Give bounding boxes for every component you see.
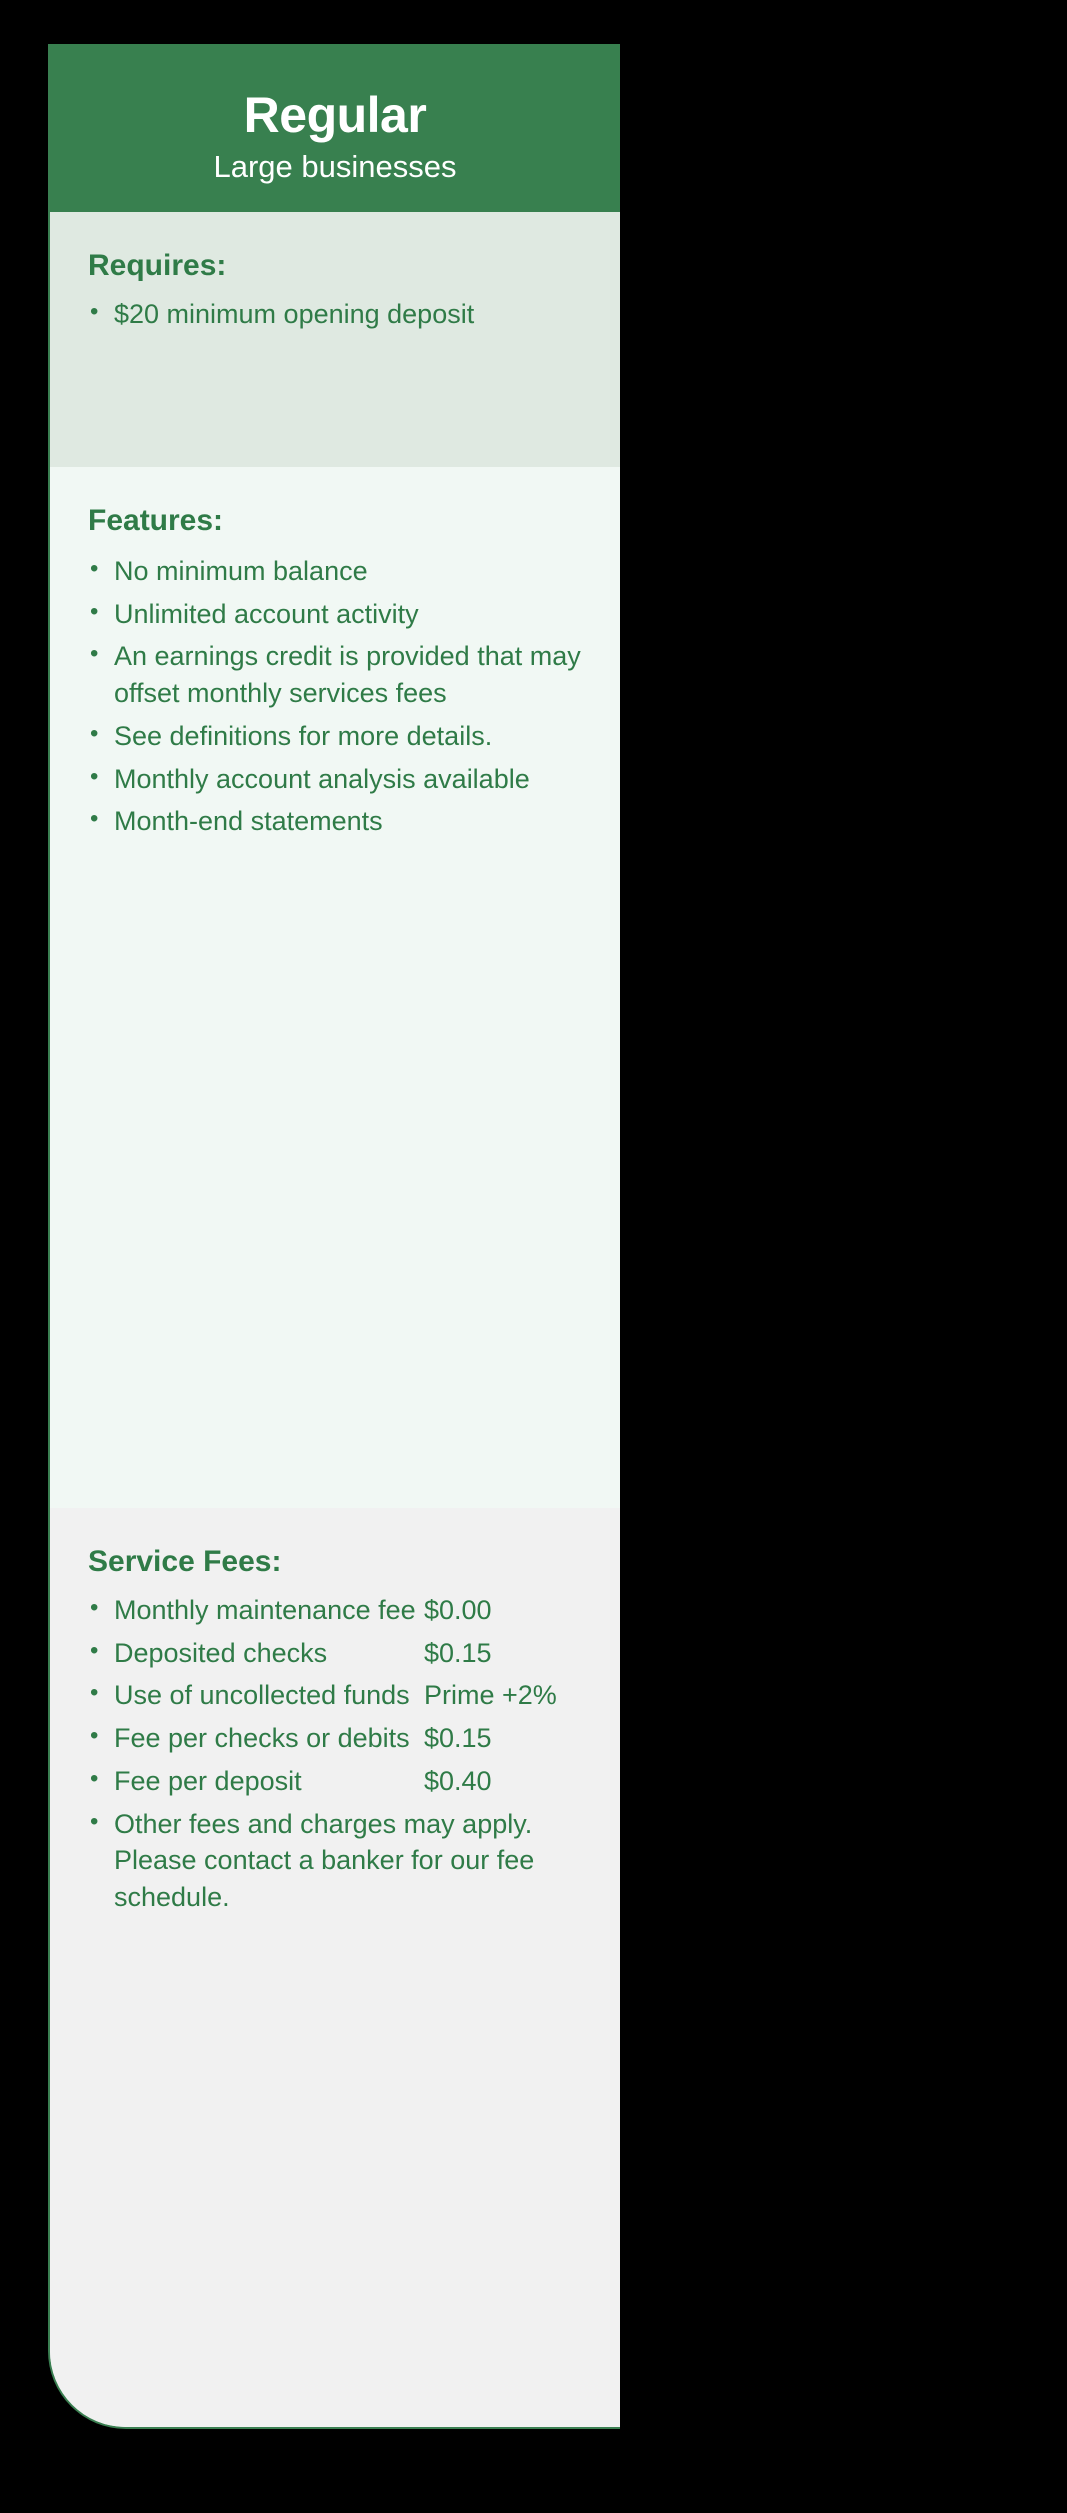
service-fees-section: Service Fees: Monthly maintenance fee $0… <box>50 1508 620 2427</box>
list-item: Month-end statements <box>88 802 586 840</box>
requires-list: $20 minimum opening deposit <box>88 295 586 333</box>
table-row: Fee per deposit $0.40 <box>88 1762 586 1800</box>
fee-value: $0.00 <box>424 1595 492 1625</box>
list-item: $20 minimum opening deposit <box>88 295 586 333</box>
fee-label: Deposited checks <box>114 1637 328 1668</box>
account-product-card: Regular Large businesses Requires: $20 m… <box>48 44 620 2429</box>
fee-disclaimer: Other fees and charges may apply. Please… <box>88 1805 586 1916</box>
list-item: Unlimited account activity <box>88 595 586 633</box>
card-subtitle: Large businesses <box>213 149 457 184</box>
card-header: Regular Large businesses <box>50 44 620 212</box>
list-item: See definitions for more details. <box>88 717 586 755</box>
fee-label: Monthly maintenance fee <box>114 1595 416 1625</box>
page-title: Regular <box>243 87 427 143</box>
features-list: No minimum balance Unlimited account act… <box>88 552 586 840</box>
features-section: Features: No minimum balance Unlimited a… <box>50 467 620 1508</box>
table-row: Monthly maintenance fee $0.00 <box>88 1591 586 1629</box>
features-heading: Features: <box>88 504 224 537</box>
fee-value: $0.15 <box>424 1723 492 1754</box>
list-item: Monthly account analysis available <box>88 760 586 798</box>
fee-value: $0.40 <box>424 1765 492 1796</box>
requires-section: Requires: $20 minimum opening deposit <box>50 212 620 467</box>
fee-label: Use of uncollected funds <box>114 1680 410 1711</box>
requires-heading: Requires: <box>88 249 227 282</box>
service-fees-heading: Service Fees: <box>88 1545 282 1578</box>
fee-label: Fee per checks or debits <box>114 1723 410 1754</box>
table-row: Use of uncollected funds Prime +2% <box>88 1676 586 1714</box>
fee-value: Prime +2% <box>424 1680 557 1711</box>
list-item: An earnings credit is provided that may … <box>88 637 586 711</box>
table-row: Fee per checks or debits $0.15 <box>88 1719 586 1757</box>
fee-label: Fee per deposit <box>114 1765 302 1796</box>
fee-value: $0.15 <box>424 1637 492 1668</box>
service-fees-list: Monthly maintenance fee $0.00 Deposited … <box>88 1591 586 1916</box>
list-item: No minimum balance <box>88 552 586 590</box>
table-row: Deposited checks $0.15 <box>88 1634 586 1672</box>
